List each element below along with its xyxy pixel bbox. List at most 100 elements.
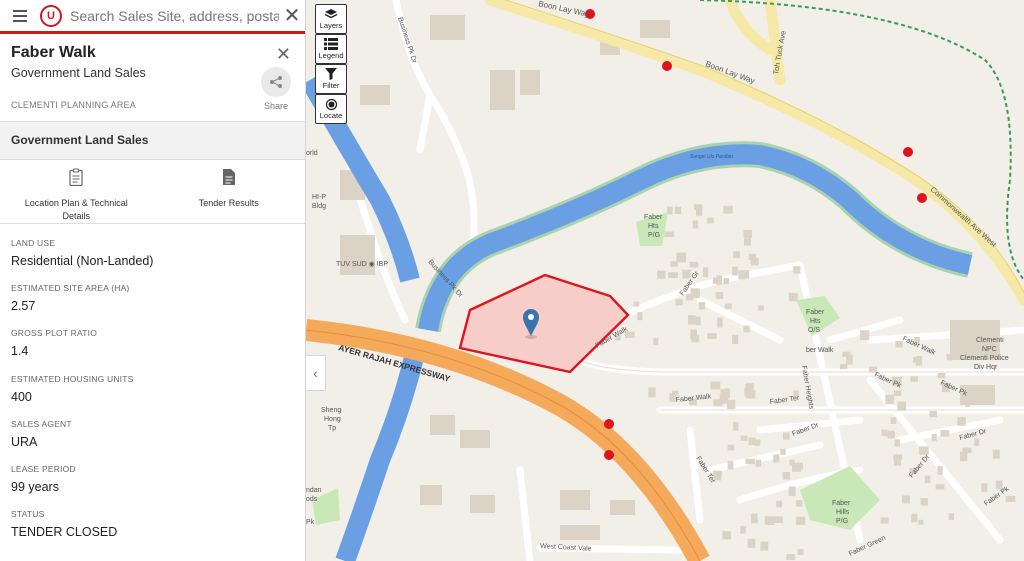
- hamburger-menu-icon[interactable]: [10, 5, 32, 27]
- house-footprint: [881, 429, 888, 436]
- house-footprint: [758, 305, 764, 311]
- house-footprint: [911, 513, 918, 523]
- house-footprint: [842, 351, 851, 357]
- house-footprint: [676, 252, 687, 263]
- clear-search-icon[interactable]: ✕: [279, 5, 305, 27]
- house-footprint: [744, 387, 754, 397]
- legend-label: Legend: [318, 51, 344, 60]
- house-footprint: [733, 251, 740, 258]
- house-footprint: [797, 549, 804, 555]
- filter-button[interactable]: Filter: [315, 64, 347, 94]
- house-footprint: [894, 439, 901, 447]
- detail-land-use: LAND USE Residential (Non-Landed): [11, 238, 294, 283]
- map-label: ndan: [306, 487, 322, 494]
- detail-value: TENDER CLOSED: [11, 525, 118, 540]
- house-footprint: [706, 217, 714, 224]
- house-footprint: [924, 475, 931, 483]
- search-input[interactable]: [70, 7, 279, 24]
- house-footprint: [740, 435, 748, 441]
- house-footprint: [793, 266, 801, 274]
- detail-status: STATUS TENDER CLOSED: [11, 509, 294, 554]
- map-label: Hills: [836, 509, 850, 516]
- close-icon[interactable]: ✕: [276, 45, 291, 63]
- map-label: Hong: [324, 416, 341, 423]
- house-footprint: [885, 394, 895, 405]
- detail-label: GROSS PLOT RATIO: [11, 328, 98, 339]
- house-footprint: [773, 516, 783, 523]
- house-footprint: [633, 301, 640, 307]
- house-footprint: [720, 388, 730, 398]
- house-footprint: [786, 554, 796, 561]
- house-footprint: [740, 526, 746, 534]
- document-icon: [222, 169, 235, 185]
- house-footprint: [690, 288, 700, 299]
- house-footprint: [760, 541, 769, 551]
- house-footprint: [710, 381, 721, 390]
- info-panel: U ✕ Faber Walk Government Land Sales CLE…: [0, 0, 306, 561]
- map-label: orld: [306, 150, 318, 157]
- house-footprint: [753, 439, 761, 446]
- layers-button[interactable]: Layers: [315, 4, 347, 34]
- house-footprint: [776, 500, 782, 508]
- filter-label: Filter: [322, 81, 340, 90]
- house-footprint: [860, 330, 870, 341]
- house-footprint: [750, 257, 759, 266]
- location-plan-label: Location Plan & Technical Details: [24, 198, 128, 221]
- house-footprint: [743, 325, 750, 333]
- house-footprint: [740, 270, 750, 279]
- house-footprint: [694, 204, 703, 211]
- tender-results-link[interactable]: Tender Results: [153, 160, 306, 223]
- house-footprint: [948, 513, 955, 520]
- location-plan-link[interactable]: Location Plan & Technical Details: [0, 160, 153, 223]
- house-footprint: [657, 270, 666, 279]
- house-footprint: [707, 333, 717, 339]
- house-footprint: [902, 495, 910, 504]
- house-footprint: [783, 432, 790, 440]
- house-footprint: [981, 483, 988, 492]
- legend-button[interactable]: Legend: [315, 34, 347, 64]
- house-footprint: [698, 302, 706, 310]
- share-button[interactable]: Share: [261, 67, 291, 111]
- detail-housing-units: ESTIMATED HOUSING UNITS 400: [11, 374, 294, 419]
- map-label: Faber: [806, 309, 825, 316]
- detail-label: ESTIMATED SITE AREA (HA): [11, 283, 130, 294]
- collapse-panel-button[interactable]: ‹: [306, 355, 326, 391]
- house-footprint: [920, 498, 928, 506]
- detail-value: 99 years: [11, 479, 59, 494]
- map-label: Clementi Police: [960, 355, 1009, 362]
- house-footprint: [894, 390, 902, 396]
- house-footprint: [727, 461, 734, 470]
- house-footprint: [919, 446, 929, 455]
- house-footprint: [722, 531, 731, 540]
- house-footprint: [796, 500, 803, 507]
- layers-icon: [316, 5, 346, 20]
- house-footprint: [931, 434, 937, 442]
- house-footprint: [840, 364, 848, 370]
- house-footprint: [727, 444, 735, 451]
- house-footprint: [733, 421, 739, 431]
- map-canvas[interactable]: Boon Lay Way Boon Lay Way Toh Tuck Ave B…: [306, 0, 1024, 561]
- detail-label: SALES AGENT: [11, 418, 72, 429]
- detail-lease-period: LEASE PERIOD 99 years: [11, 464, 294, 509]
- share-icon[interactable]: [261, 67, 291, 97]
- map-label: Pk: [306, 519, 315, 526]
- detail-label: LAND USE: [11, 238, 56, 248]
- chevron-left-icon: ‹: [313, 365, 318, 381]
- house-footprint: [674, 206, 682, 215]
- filter-icon: [316, 65, 346, 80]
- house-footprint: [667, 206, 673, 215]
- house-footprint: [937, 373, 946, 379]
- house-footprint: [918, 519, 924, 525]
- house-footprint: [880, 517, 889, 524]
- house-footprint: [910, 376, 918, 382]
- list-icon: [316, 35, 346, 50]
- house-footprint: [747, 538, 756, 548]
- house-footprint: [915, 355, 923, 366]
- detail-label: LEASE PERIOD: [11, 463, 76, 474]
- house-footprint: [796, 462, 803, 470]
- house-footprint: [664, 231, 675, 238]
- house-footprint: [897, 401, 907, 411]
- clipboard-icon: [69, 168, 83, 187]
- documents-row: Location Plan & Technical Details Tender…: [0, 160, 305, 224]
- locate-button[interactable]: Locate: [315, 94, 347, 124]
